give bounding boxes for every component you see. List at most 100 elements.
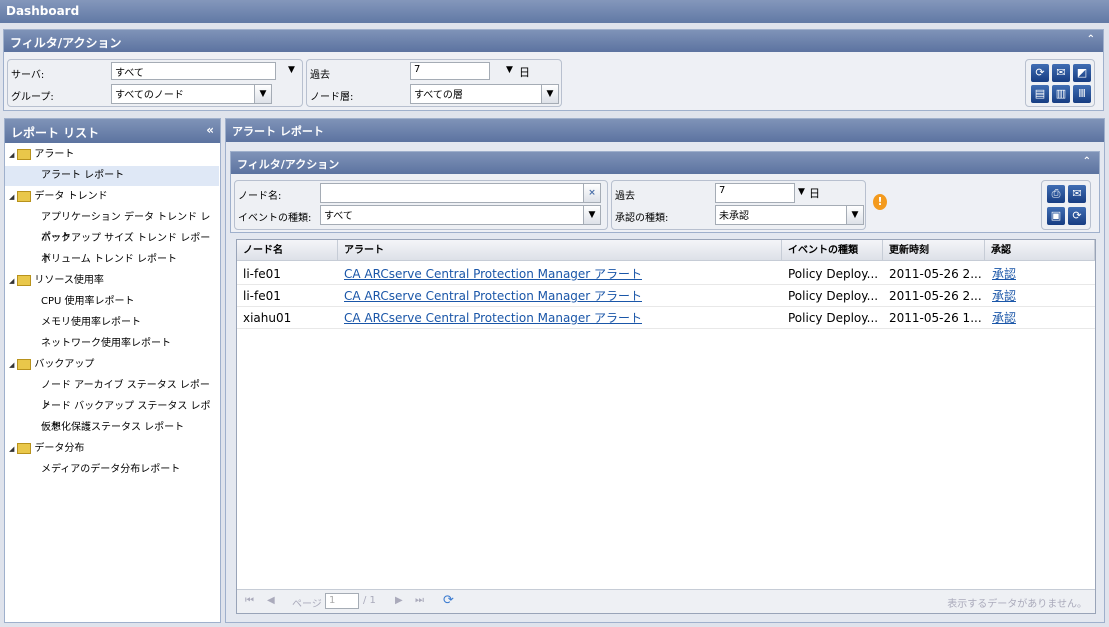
server-select[interactable]: すべて <box>111 62 276 80</box>
report-list-sidebar: レポート リスト « ◢ アラートアラート レポート ◢ データ トレンドアプリケーショ… <box>4 118 221 623</box>
folder-label: データ分布 <box>34 443 85 454</box>
print-icon[interactable]: ⎙ <box>1047 185 1065 203</box>
refresh-icon[interactable]: ⟳ <box>1068 207 1086 225</box>
server-fieldset: サーバ: すべて ▼ グループ: すべてのノード ▼ <box>7 59 303 107</box>
alert-link[interactable]: CA ARCserve Central Protection Manager ア… <box>344 263 642 285</box>
filter-panel-header: フィルタ/アクション ⌃ <box>4 30 1103 52</box>
layout-two-column-icon[interactable]: ▥ <box>1052 85 1070 103</box>
page-total: / 1 <box>363 595 376 606</box>
last-page-icon[interactable]: ⏭ <box>415 595 424 606</box>
page-label: ページ <box>292 599 322 610</box>
page-input[interactable]: 1 <box>325 593 359 609</box>
alert-grid: ノード名 アラート イベントの種類 更新時刻 承認 li-fe01 CA ARCs… <box>236 239 1096 614</box>
prev-page-icon[interactable]: ◀ <box>267 595 275 606</box>
email-icon[interactable]: ✉ <box>1068 185 1086 203</box>
event-type-dropdown-button[interactable]: ▼ <box>583 205 601 225</box>
layout-single-icon[interactable]: ▤ <box>1031 85 1049 103</box>
event-type-select[interactable]: すべて <box>320 205 584 225</box>
node-fieldset: ノード名: × イベントの種類: すべて ▼ <box>234 180 608 230</box>
past-label: 過去 <box>310 70 330 81</box>
alert-link[interactable]: CA ARCserve Central Protection Manager ア… <box>344 285 642 307</box>
alert-report-panel: アラート レポート フィルタ/アクション ⌃ ノード名: × イベントの種類: す… <box>225 118 1105 623</box>
approve-link[interactable]: 承認 <box>992 285 1016 307</box>
column-header-event-type[interactable]: イベントの種類 <box>782 240 883 261</box>
tier-label: ノード層: <box>310 92 354 103</box>
refresh-icon[interactable]: ⟳ <box>443 593 454 608</box>
expand-triangle-icon[interactable]: ◢ <box>9 151 14 159</box>
sidebar-item-report[interactable]: 仮想化保護ステータス レポート <box>5 418 219 438</box>
expand-triangle-icon[interactable]: ◢ <box>9 193 14 201</box>
chevron-down-icon[interactable]: ▼ <box>288 65 295 75</box>
sidebar-item-report[interactable]: ネットワーク使用率レポート <box>5 334 219 354</box>
approval-type-dropdown-button[interactable]: ▼ <box>846 205 864 225</box>
filter-panel-title: フィルタ/アクション <box>10 36 122 50</box>
folder-label: アラート <box>34 149 75 160</box>
sidebar-item-report[interactable]: ボリューム トレンド レポート <box>5 250 219 270</box>
sidebar-item-report[interactable]: アプリケーション データ トレンド レポート <box>5 208 219 243</box>
table-row[interactable]: li-fe01 CA ARCserve Central Protection Ma… <box>237 263 1095 285</box>
export-icon[interactable]: ◩ <box>1073 64 1091 82</box>
past-label: 過去 <box>615 191 635 202</box>
sidebar-item-report[interactable]: CPU 使用率レポート <box>5 292 219 312</box>
layout-three-column-icon[interactable]: Ⅲ <box>1073 85 1091 103</box>
table-row[interactable]: li-fe01 CA ARCserve Central Protection Ma… <box>237 285 1095 307</box>
table-row[interactable]: xiahu01 CA ARCserve Central Protection Ma… <box>237 307 1095 329</box>
clear-icon[interactable]: × <box>583 183 601 203</box>
sidebar-item-report[interactable]: バックアップ サイズ トレンド レポート <box>5 229 219 264</box>
approve-link[interactable]: 承認 <box>992 307 1016 329</box>
sidebar-item-report[interactable]: ノード アーカイブ ステータス レポート <box>5 376 219 411</box>
past-days-input[interactable]: 7 <box>410 62 490 80</box>
paging-status: 表示するデータがありません。 <box>947 599 1087 610</box>
folder-icon <box>17 274 32 286</box>
group-dropdown-button[interactable]: ▼ <box>254 84 272 104</box>
group-label: グループ: <box>11 92 54 103</box>
tree-folder[interactable]: ◢ リソース使用率 <box>9 271 223 291</box>
collapse-icon[interactable]: ⌃ <box>1087 34 1095 45</box>
column-header-approve[interactable]: 承認 <box>985 240 1095 261</box>
day-label: 日 <box>519 66 530 79</box>
group-select[interactable]: すべてのノード <box>111 84 255 104</box>
chevron-down-icon[interactable]: ▼ <box>798 187 805 197</box>
save-icon[interactable]: ▣ <box>1047 207 1065 225</box>
past-days-input[interactable]: 7 <box>715 183 795 203</box>
next-page-icon[interactable]: ▶ <box>395 595 403 606</box>
tree-folder[interactable]: ◢ データ分布 <box>9 439 223 459</box>
collapse-icon[interactable]: ⌃ <box>1083 156 1091 167</box>
node-name-input[interactable] <box>320 183 584 203</box>
chevron-down-icon[interactable]: ▼ <box>506 65 513 75</box>
first-page-icon[interactable]: ⏮ <box>245 595 254 606</box>
sidebar-item-report[interactable]: ノード バックアップ ステータス レポート <box>5 397 219 432</box>
sidebar-item-report[interactable]: メモリ使用率レポート <box>5 313 219 333</box>
server-label: サーバ: <box>11 70 45 81</box>
approve-link[interactable]: 承認 <box>992 263 1016 285</box>
sidebar-header: レポート リスト « <box>5 119 220 143</box>
title-bar: Dashboard <box>0 0 1109 23</box>
approval-type-select[interactable]: 未承認 <box>715 205 847 225</box>
page-title: Dashboard <box>6 4 80 18</box>
expand-triangle-icon[interactable]: ◢ <box>9 361 14 369</box>
folder-label: リソース使用率 <box>34 275 104 286</box>
alert-link[interactable]: CA ARCserve Central Protection Manager ア… <box>344 307 642 329</box>
node-name-cell: xiahu01 <box>243 311 292 325</box>
refresh-icon[interactable]: ⟳ <box>1031 64 1049 82</box>
sidebar-item-report[interactable]: メディアのデータ分布レポート <box>5 460 219 480</box>
approval-type-label: 承認の種類: <box>615 213 669 224</box>
tier-dropdown-button[interactable]: ▼ <box>541 84 559 104</box>
paging-toolbar: ⏮ ◀ ページ 1 / 1 ▶ ⏭ ⟳ 表示するデータがありません。 <box>237 589 1095 613</box>
column-header-alert[interactable]: アラート <box>338 240 782 261</box>
expand-triangle-icon[interactable]: ◢ <box>9 277 14 285</box>
tier-select[interactable]: すべての層 <box>410 84 542 104</box>
day-label: 日 <box>809 187 820 200</box>
tree-folder[interactable]: ◢ データ トレンド <box>9 187 223 207</box>
folder-label: データ トレンド <box>34 191 108 202</box>
tree-folder[interactable]: ◢ バックアップ <box>9 355 223 375</box>
warning-icon: ! <box>873 194 887 210</box>
column-header-node[interactable]: ノード名 <box>237 240 338 261</box>
email-icon[interactable]: ✉ <box>1052 64 1070 82</box>
sidebar-item-report[interactable]: アラート レポート <box>5 166 219 186</box>
main-header: アラート レポート <box>226 119 1104 142</box>
expand-triangle-icon[interactable]: ◢ <box>9 445 14 453</box>
collapse-left-icon[interactable]: « <box>206 123 214 137</box>
column-header-updated[interactable]: 更新時刻 <box>883 240 985 261</box>
tree-folder[interactable]: ◢ アラート <box>9 145 223 165</box>
